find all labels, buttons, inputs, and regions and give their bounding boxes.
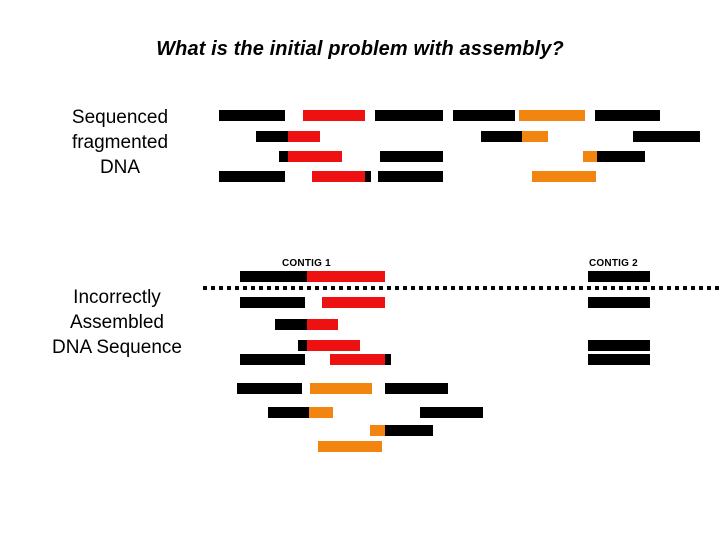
page-title: What is the initial problem with assembl…	[156, 38, 564, 60]
assembled-read-segment	[240, 297, 305, 308]
assembled-read-segment	[588, 297, 650, 308]
read-segment	[633, 131, 700, 142]
read-segment	[375, 110, 443, 121]
read-segment	[481, 131, 522, 142]
assembled-read-segment	[588, 354, 650, 365]
contig-1-label: CONTIG 1	[282, 258, 331, 269]
assembled-read-segment	[385, 425, 433, 436]
assembled-read-segment	[385, 383, 448, 394]
assembled-read-segment	[318, 441, 382, 452]
read-segment	[288, 131, 320, 142]
assembled-read-segment	[370, 425, 385, 436]
assembled-read-segment	[309, 407, 333, 418]
assembled-read-segment	[310, 383, 372, 394]
assembled-read-segment	[385, 354, 391, 365]
contig-divider-dotted-line	[203, 286, 720, 290]
assembled-read-segment	[268, 407, 309, 418]
assembled-read-segment	[307, 340, 360, 351]
read-segment	[219, 171, 285, 182]
assembled-read-segment	[307, 319, 338, 330]
read-segment	[288, 151, 342, 162]
read-segment	[595, 110, 660, 121]
read-segment	[303, 110, 365, 121]
label-sequenced-fragmented-dna: Sequenced fragmented DNA	[71, 107, 169, 178]
read-segment	[519, 110, 585, 121]
contig-2-label: CONTIG 2	[589, 258, 638, 269]
assembled-read-segment	[307, 271, 385, 282]
assembled-read-segment	[322, 297, 385, 308]
read-segment	[532, 171, 596, 182]
read-segment	[380, 151, 443, 162]
read-segment	[597, 151, 645, 162]
read-segment	[522, 131, 548, 142]
assembled-read-segment	[330, 354, 385, 365]
read-segment	[219, 110, 285, 121]
assembled-read-segment	[420, 407, 483, 418]
read-segment	[312, 171, 366, 182]
assembled-read-segment	[240, 354, 305, 365]
assembled-read-segment	[588, 340, 650, 351]
label-incorrectly-assembled-dna-sequence: Incorrectly Assembled DNA Sequence	[52, 287, 182, 358]
slide-canvas: What is the initial problem with assembl…	[0, 0, 720, 540]
assembled-read-segment	[237, 383, 302, 394]
assembled-read-segment	[240, 271, 307, 282]
assembled-read-segment	[588, 271, 650, 282]
read-segment	[583, 151, 598, 162]
read-segment	[378, 171, 443, 182]
read-segment	[453, 110, 515, 121]
assembled-read-segment	[275, 319, 308, 330]
read-segment	[256, 131, 289, 142]
read-segment	[365, 171, 371, 182]
